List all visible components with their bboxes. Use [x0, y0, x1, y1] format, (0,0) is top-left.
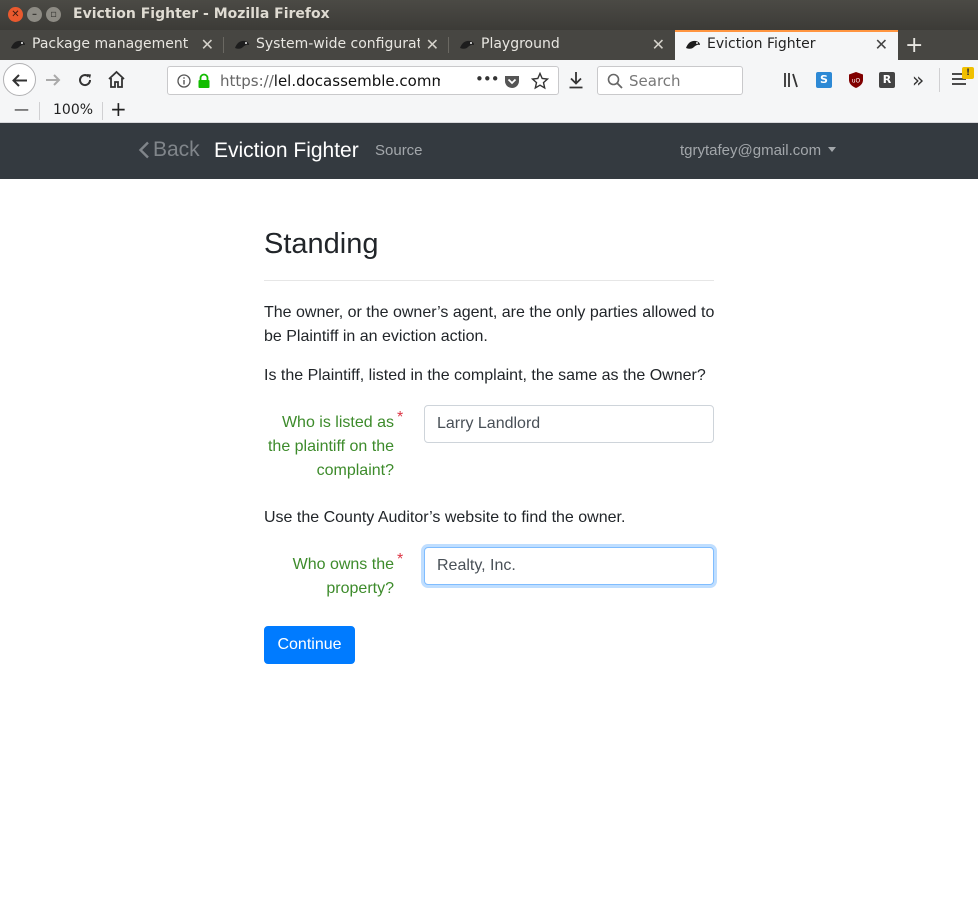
- window-titlebar: ✕ – ▫ Eviction Fighter - Mozilla Firefox: [0, 0, 978, 30]
- svg-text:uO: uO: [852, 78, 861, 85]
- url-scheme: https://: [220, 72, 274, 90]
- continue-button[interactable]: Continue: [264, 626, 355, 664]
- tab-label: System-wide configurat: [256, 36, 420, 52]
- screenshot-icon[interactable]: S: [816, 72, 832, 88]
- tab-close-icon[interactable]: ✕: [201, 35, 214, 54]
- close-window-icon[interactable]: ✕: [8, 7, 23, 22]
- caret-down-icon: [828, 147, 837, 153]
- plaintiff-name-input[interactable]: [424, 405, 714, 443]
- zoom-divider: [102, 102, 103, 120]
- chevron-left-icon: [138, 141, 149, 159]
- url-bar[interactable]: https://lel.docassemble.commu •••: [167, 66, 559, 95]
- url-host: lel.docassemble.commu: [273, 72, 440, 90]
- property-owner-input[interactable]: [424, 547, 714, 585]
- app-back-label: Back: [153, 138, 200, 161]
- user-menu[interactable]: tgrytafey@gmail.com: [680, 142, 837, 159]
- tab-close-icon[interactable]: ✕: [652, 35, 665, 54]
- tab-strip: Package management ✕ System-wide configu…: [0, 30, 978, 60]
- tab-close-icon[interactable]: ✕: [875, 35, 888, 54]
- tab-system-wide-configuration[interactable]: System-wide configurat ✕: [224, 30, 449, 60]
- bookmark-star-icon[interactable]: [531, 72, 549, 90]
- home-icon[interactable]: [107, 70, 126, 89]
- page-actions-icon[interactable]: •••: [475, 70, 500, 88]
- question-text: Is the Plaintiff, listed in the complain…: [264, 367, 706, 384]
- zoom-bar: — 100% +: [0, 97, 978, 123]
- maximize-window-icon[interactable]: ▫: [46, 7, 61, 22]
- window-title: Eviction Fighter - Mozilla Firefox: [73, 6, 330, 22]
- zoom-out-button[interactable]: —: [14, 100, 29, 118]
- toolbar-divider: [939, 68, 940, 92]
- docassemble-favicon: [11, 40, 25, 49]
- search-icon: [607, 73, 623, 89]
- docassemble-favicon: [686, 40, 700, 49]
- forward-arrow-icon[interactable]: [43, 71, 63, 89]
- navigation-toolbar: https://lel.docassemble.commu ••• Search…: [0, 60, 978, 100]
- zoom-divider: [39, 102, 40, 120]
- r-extension-icon[interactable]: R: [879, 72, 895, 88]
- download-icon[interactable]: [568, 71, 584, 89]
- intro-text: The owner, or the owner’s agent, are the…: [264, 304, 715, 345]
- back-button[interactable]: [3, 63, 36, 96]
- new-tab-button[interactable]: +: [905, 33, 923, 58]
- required-marker: *: [397, 409, 404, 426]
- overflow-icon[interactable]: »: [912, 68, 924, 92]
- tab-package-management[interactable]: Package management ✕: [0, 30, 224, 60]
- reload-icon[interactable]: [76, 71, 94, 89]
- lock-icon[interactable]: [197, 73, 211, 89]
- info-icon[interactable]: [177, 74, 191, 88]
- docassemble-favicon: [460, 40, 474, 49]
- required-marker: *: [397, 551, 404, 568]
- pocket-icon[interactable]: [504, 74, 520, 89]
- back-arrow-icon: [12, 74, 27, 87]
- heading-divider: [264, 280, 714, 281]
- source-link[interactable]: Source: [375, 142, 423, 159]
- page-title: Standing: [264, 228, 379, 260]
- tab-label: Playground: [481, 36, 560, 52]
- tab-eviction-fighter[interactable]: Eviction Fighter ✕: [675, 30, 898, 60]
- tab-playground[interactable]: Playground ✕: [449, 30, 675, 60]
- url-text[interactable]: https://lel.docassemble.commu: [220, 72, 440, 90]
- owner-field-label: Who owns the property?: [292, 556, 394, 597]
- plaintiff-field-label: Who is listed as the plaintiff on the co…: [267, 414, 394, 479]
- tab-close-icon[interactable]: ✕: [426, 35, 439, 54]
- tab-label: Eviction Fighter: [707, 36, 816, 52]
- app-title[interactable]: Eviction Fighter: [214, 139, 359, 163]
- update-badge[interactable]: !: [962, 67, 974, 79]
- ublock-icon[interactable]: uO: [848, 71, 864, 89]
- search-placeholder: Search: [629, 72, 681, 90]
- app-navbar: Back Eviction Fighter Source tgrytafey@g…: [0, 123, 978, 179]
- zoom-level[interactable]: 100%: [53, 102, 93, 118]
- search-box[interactable]: Search: [597, 66, 743, 95]
- user-email: tgrytafey@gmail.com: [680, 142, 822, 159]
- zoom-in-button[interactable]: +: [110, 97, 127, 121]
- library-icon[interactable]: [783, 71, 802, 89]
- auditor-note: Use the County Auditor’s website to find…: [264, 509, 626, 526]
- tab-label: Package management: [32, 36, 189, 52]
- docassemble-favicon: [235, 40, 249, 49]
- minimize-window-icon[interactable]: –: [27, 7, 42, 22]
